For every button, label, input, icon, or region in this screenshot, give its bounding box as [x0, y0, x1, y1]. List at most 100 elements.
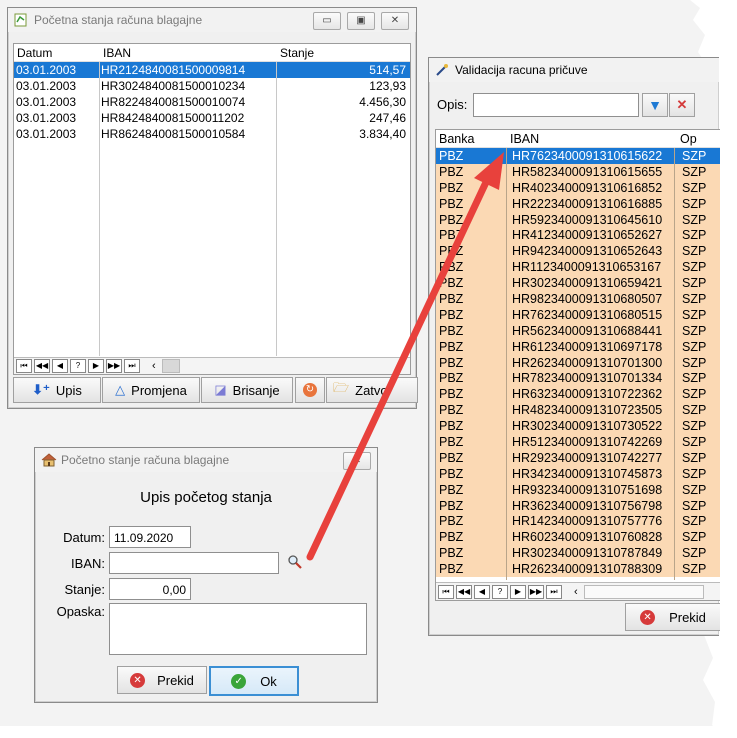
- cell-op: SZP: [682, 323, 707, 338]
- promjena-button[interactable]: △ Promjena: [102, 377, 200, 403]
- nav-button[interactable]: ◀◀: [34, 359, 50, 373]
- table-row[interactable]: PBZ HR2623400091310788309 SZP: [436, 561, 720, 578]
- table-row[interactable]: PBZ HR7623400091310615622 SZP: [436, 148, 720, 164]
- table-row[interactable]: PBZ HR6323400091310722362 SZP: [436, 386, 720, 403]
- cell-banka: PBZ: [439, 387, 464, 402]
- table-row[interactable]: PBZ HR4823400091310723505 SZP: [436, 402, 720, 419]
- cell-op: SZP: [682, 514, 707, 529]
- column-op[interactable]: Op: [677, 132, 697, 146]
- cell-banka: PBZ: [439, 514, 464, 529]
- horizontal-scrollbar[interactable]: [583, 584, 704, 599]
- nav-button[interactable]: ▶: [88, 359, 104, 373]
- prekid-button[interactable]: ✕ Prekid: [625, 603, 720, 631]
- column-iban[interactable]: IBAN: [100, 46, 277, 60]
- cell-iban: HR6123400091310697178: [512, 339, 663, 354]
- nav-button[interactable]: ⏮: [438, 584, 454, 599]
- column-iban[interactable]: IBAN: [507, 132, 677, 146]
- brisanje-button[interactable]: ◪ Brisanje: [201, 377, 293, 403]
- cell-iban: HR5623400091310688441: [512, 323, 663, 338]
- nav-button[interactable]: ?: [70, 359, 86, 373]
- refresh-button[interactable]: ↻: [295, 377, 325, 403]
- scroll-left-icon[interactable]: ‹: [574, 586, 578, 598]
- close-button[interactable]: ✕: [381, 12, 409, 30]
- nav-button[interactable]: ⏮: [16, 359, 32, 373]
- table-row[interactable]: PBZ HR3423400091310745873 SZP: [436, 465, 720, 482]
- table-row[interactable]: PBZ HR3023400091310730522 SZP: [436, 418, 720, 435]
- table-row[interactable]: PBZ HR3623400091310756798 SZP: [436, 497, 720, 514]
- table-row[interactable]: PBZ HR7623400091310680515 SZP: [436, 306, 720, 323]
- iban-field[interactable]: [109, 552, 279, 574]
- column-stanje[interactable]: Stanje: [277, 46, 400, 60]
- cell-banka: PBZ: [439, 339, 464, 354]
- table-row[interactable]: 03.01.2003 HR8624840081500010584 3.834,40: [14, 126, 410, 142]
- nav-button[interactable]: ⏭: [546, 584, 562, 599]
- table-row[interactable]: PBZ HR5123400091310742269 SZP: [436, 434, 720, 450]
- cell-datum: 03.01.2003: [16, 127, 77, 141]
- table-row[interactable]: PBZ HR6123400091310697178 SZP: [436, 338, 720, 355]
- table-row[interactable]: 03.01.2003 HR2124840081500009814 514,57: [14, 62, 410, 78]
- cell-datum: 03.01.2003: [16, 79, 77, 93]
- filter-button[interactable]: ▼: [642, 93, 668, 117]
- balances-grid[interactable]: Datum IBAN Stanje 03.01.2003 HR2124840081…: [13, 43, 411, 375]
- nav-button[interactable]: ▶: [510, 584, 526, 599]
- table-row[interactable]: PBZ HR3023400091310787849 SZP: [436, 545, 720, 562]
- table-row[interactable]: PBZ HR5823400091310615655 SZP: [436, 163, 720, 180]
- nav-button[interactable]: ◀: [474, 584, 490, 599]
- table-row[interactable]: PBZ HR2223400091310616885 SZP: [436, 195, 720, 212]
- table-row[interactable]: PBZ HR9823400091310680507 SZP: [436, 291, 720, 307]
- table-row[interactable]: PBZ HR9323400091310751698 SZP: [436, 481, 720, 498]
- cell-iban: HR7623400091310615622: [512, 149, 663, 163]
- cell-banka: PBZ: [439, 244, 464, 259]
- column-banka[interactable]: Banka: [436, 132, 507, 146]
- prekid-button[interactable]: ✕ Prekid: [117, 666, 207, 694]
- table-row[interactable]: PBZ HR6023400091310760828 SZP: [436, 529, 720, 546]
- table-row[interactable]: PBZ HR2923400091310742277 SZP: [436, 449, 720, 466]
- cell-op: SZP: [682, 419, 707, 434]
- cell-banka: PBZ: [439, 419, 464, 434]
- cancel-icon: ✕: [640, 609, 656, 625]
- table-row[interactable]: PBZ HR3023400091310659421 SZP: [436, 275, 720, 292]
- cell-iban: HR1123400091310653167: [512, 260, 662, 275]
- horizontal-scrollbar[interactable]: [161, 359, 180, 373]
- magnifier-icon[interactable]: [287, 554, 303, 573]
- close-button[interactable]: ✕: [343, 452, 371, 470]
- nav-button[interactable]: ▶▶: [106, 359, 122, 373]
- datum-field[interactable]: 11.09.2020: [109, 526, 191, 548]
- cell-banka: PBZ: [439, 180, 464, 195]
- nav-button[interactable]: ?: [492, 584, 508, 599]
- column-datum[interactable]: Datum: [14, 46, 100, 60]
- opaska-field[interactable]: [109, 603, 367, 655]
- table-row[interactable]: 03.01.2003 HR3024840081500010234 123,93: [14, 78, 410, 94]
- refresh-icon: ↻: [303, 383, 317, 397]
- nav-button[interactable]: ⏭: [124, 359, 140, 373]
- upis-button[interactable]: ⬇⁺ Upis: [13, 377, 101, 403]
- table-row[interactable]: PBZ HR5923400091310645610 SZP: [436, 211, 720, 228]
- table-row[interactable]: PBZ HR7823400091310701334 SZP: [436, 370, 720, 387]
- minimize-button[interactable]: ▭: [313, 12, 341, 30]
- ok-button[interactable]: ✓ Ok: [209, 666, 299, 696]
- nav-button[interactable]: ◀◀: [456, 584, 472, 599]
- validation-grid[interactable]: Banka IBAN Op PBZ HR7623400091310615622 SZ…: [435, 129, 720, 601]
- table-row[interactable]: PBZ HR1123400091310653167 SZP: [436, 259, 720, 276]
- zatvori-button[interactable]: 🗁 Zatvo: [326, 377, 418, 403]
- cell-iban: HR4023400091310616852: [512, 180, 663, 195]
- nav-button[interactable]: ◀: [52, 359, 68, 373]
- table-row[interactable]: PBZ HR1423400091310757776 SZP: [436, 513, 720, 530]
- nav-button[interactable]: ▶▶: [528, 584, 544, 599]
- table-row[interactable]: PBZ HR4123400091310652627 SZP: [436, 227, 720, 244]
- table-row[interactable]: PBZ HR4023400091310616852 SZP: [436, 179, 720, 196]
- scroll-left-icon[interactable]: ‹: [152, 360, 156, 372]
- stanje-field[interactable]: 0,00: [109, 578, 191, 600]
- table-row[interactable]: 03.01.2003 HR8424840081500011202 247,46: [14, 110, 410, 126]
- table-row[interactable]: 03.01.2003 HR8224840081500010074 4.456,30: [14, 94, 410, 110]
- table-row[interactable]: PBZ HR5623400091310688441 SZP: [436, 322, 720, 339]
- table-row[interactable]: PBZ HR2623400091310701300 SZP: [436, 354, 720, 371]
- opis-search-input[interactable]: [473, 93, 639, 117]
- clear-filter-icon: ✕: [676, 97, 688, 112]
- clear-filter-button[interactable]: ✕: [669, 93, 695, 117]
- maximize-button[interactable]: ▣: [347, 12, 375, 30]
- cell-op: SZP: [682, 292, 707, 307]
- cell-iban: HR9823400091310680507: [512, 292, 663, 307]
- cell-iban: HR3023400091310787849: [512, 546, 663, 561]
- table-row[interactable]: PBZ HR9423400091310652643 SZP: [436, 243, 720, 260]
